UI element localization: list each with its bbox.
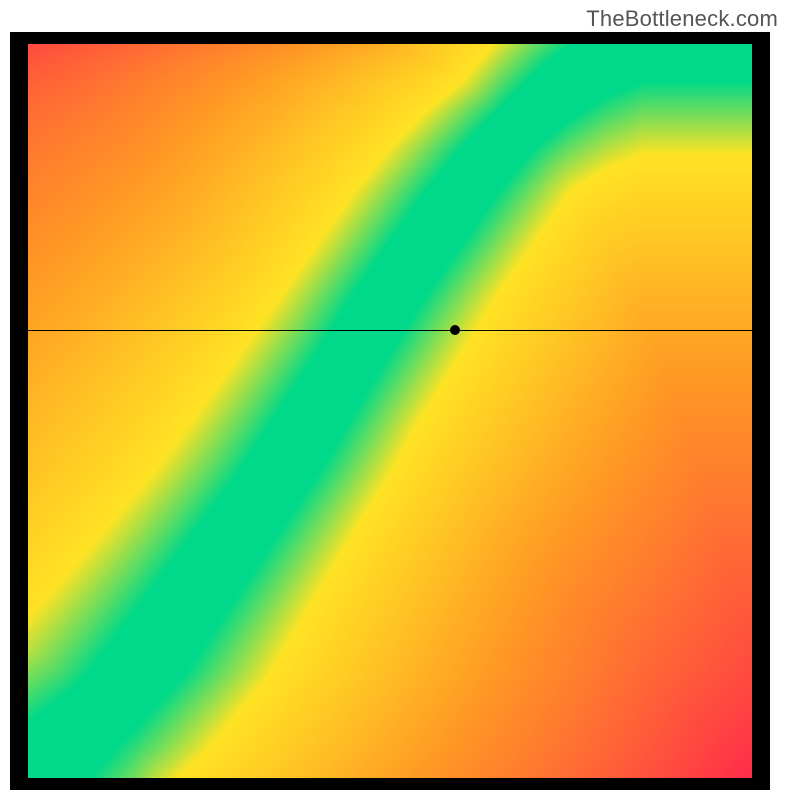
chart-frame xyxy=(10,32,770,790)
crosshair-point xyxy=(450,325,460,335)
heatmap-canvas xyxy=(28,44,752,778)
heatmap-plot xyxy=(28,44,752,778)
watermark-text: TheBottleneck.com xyxy=(586,6,778,32)
crosshair-horizontal-line xyxy=(28,330,752,331)
